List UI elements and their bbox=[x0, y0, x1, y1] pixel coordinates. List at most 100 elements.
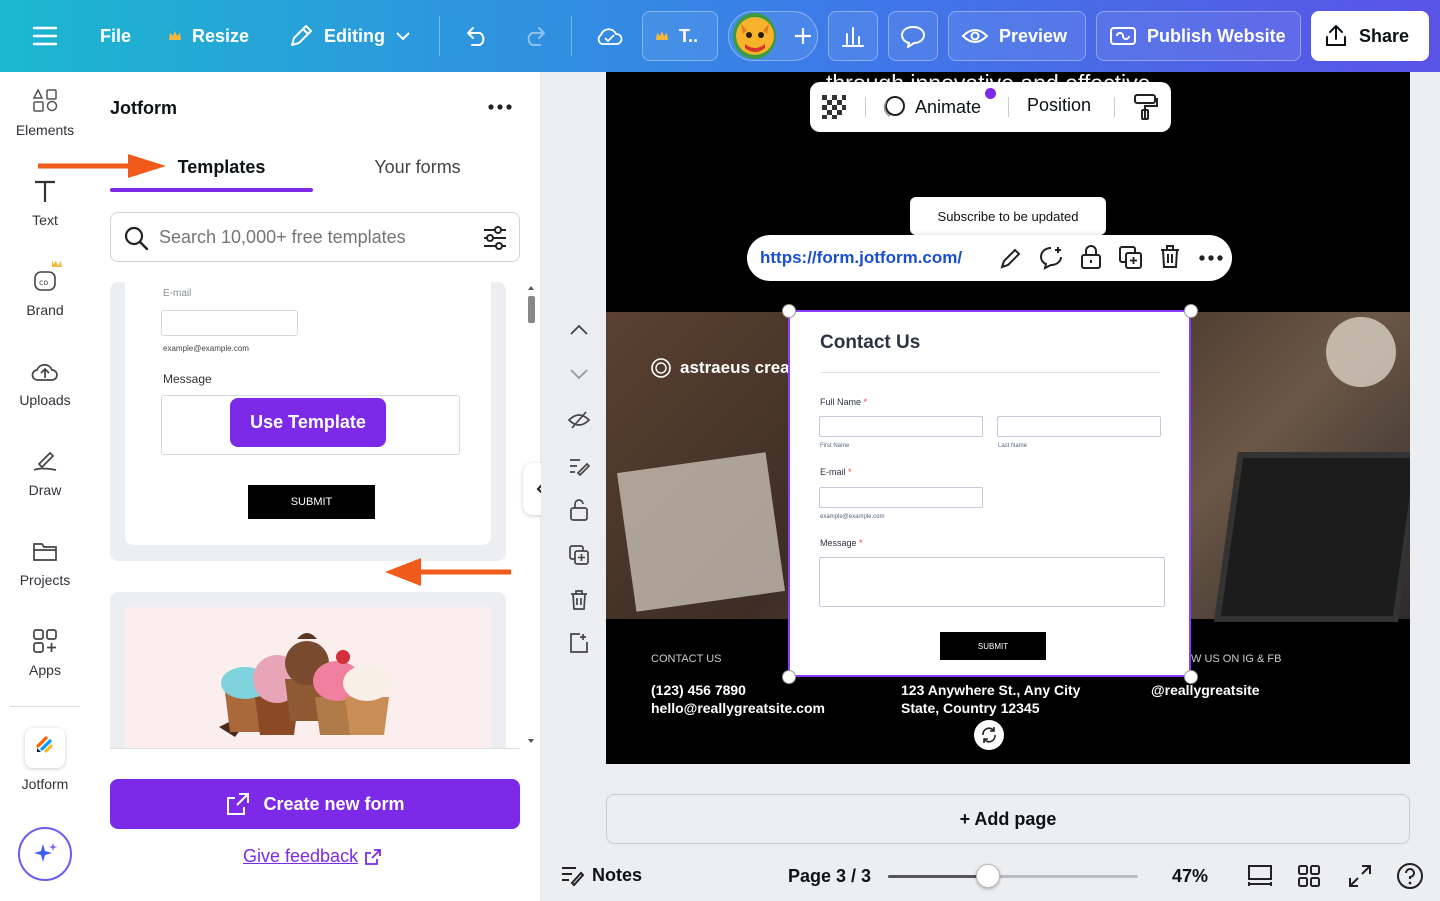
sidebar-item-uploads[interactable]: Uploads bbox=[0, 358, 90, 408]
lock-icon[interactable] bbox=[1080, 244, 1102, 270]
create-new-form-button[interactable]: Create new form bbox=[110, 779, 520, 829]
first-name-input[interactable] bbox=[819, 416, 983, 437]
use-template-button[interactable]: Use Template bbox=[230, 398, 386, 447]
rotate-icon bbox=[982, 727, 996, 743]
design-title-button[interactable]: T.. bbox=[642, 11, 718, 61]
sidebar-label: Uploads bbox=[19, 392, 71, 408]
cupcakes-image bbox=[219, 633, 391, 737]
more-options-icon[interactable] bbox=[487, 102, 513, 112]
grid-view-icon[interactable] bbox=[1297, 864, 1321, 888]
cloud-save-status[interactable] bbox=[582, 11, 636, 61]
scrollbar-thumb[interactable] bbox=[528, 296, 535, 323]
text-t-icon bbox=[35, 180, 55, 202]
duplicate-icon[interactable] bbox=[568, 544, 590, 566]
unlock-icon[interactable] bbox=[569, 498, 589, 522]
share-button[interactable]: Share bbox=[1311, 11, 1429, 61]
transparency-icon[interactable] bbox=[820, 93, 848, 121]
zoom-slider[interactable] bbox=[888, 864, 1138, 888]
tab-your-forms[interactable]: Your forms bbox=[316, 156, 519, 192]
duplicate-icon[interactable] bbox=[1118, 245, 1144, 271]
zoom-slider-thumb[interactable] bbox=[976, 864, 1000, 888]
template-preview bbox=[125, 607, 491, 748]
insights-button[interactable] bbox=[828, 11, 878, 61]
sidebar-item-apps[interactable]: Apps bbox=[0, 628, 90, 678]
menu-button[interactable] bbox=[20, 11, 70, 61]
chevron-up-icon[interactable] bbox=[569, 324, 589, 336]
tab-label: Your forms bbox=[374, 157, 461, 177]
redo-button[interactable] bbox=[510, 11, 560, 61]
rotate-handle[interactable] bbox=[974, 720, 1004, 750]
give-feedback-link[interactable]: Give feedback bbox=[243, 846, 382, 867]
brand-logo: astraeus creat bbox=[650, 357, 795, 379]
add-page-icon[interactable] bbox=[568, 632, 590, 654]
resize-handle[interactable] bbox=[1184, 304, 1198, 318]
resize-handle[interactable] bbox=[782, 670, 796, 684]
edit-notes-icon[interactable] bbox=[567, 456, 591, 476]
feedback-label: Give feedback bbox=[243, 846, 359, 866]
create-form-label: Create new form bbox=[263, 793, 405, 814]
plus-icon[interactable] bbox=[792, 25, 813, 47]
search-input[interactable] bbox=[159, 225, 459, 249]
template-card[interactable]: E-mail example@example.com Message Use T… bbox=[110, 282, 506, 561]
sidebar-item-jotform[interactable]: Jotform bbox=[0, 728, 90, 792]
resize-handle[interactable] bbox=[1184, 670, 1198, 684]
file-menu[interactable]: File bbox=[88, 11, 143, 61]
sidebar-item-projects[interactable]: Projects bbox=[0, 538, 90, 588]
add-comment-icon[interactable] bbox=[1038, 245, 1064, 271]
trash-icon[interactable] bbox=[569, 589, 589, 611]
template-card[interactable] bbox=[110, 592, 506, 748]
page-indicator[interactable]: Page 3 / 3 bbox=[788, 866, 871, 887]
filter-sliders-icon[interactable] bbox=[482, 225, 508, 251]
magic-assistant-button[interactable] bbox=[18, 827, 72, 881]
preview-button[interactable]: Preview bbox=[948, 11, 1086, 61]
cat-avatar-icon bbox=[735, 17, 774, 55]
trash-icon[interactable] bbox=[1159, 244, 1181, 270]
avatar[interactable] bbox=[733, 13, 777, 59]
sidebar-item-brand[interactable]: co Brand bbox=[0, 258, 90, 318]
sidebar-item-elements[interactable]: Elements bbox=[0, 88, 90, 138]
tab-label: Templates bbox=[177, 157, 266, 177]
position-button[interactable]: Position bbox=[1027, 95, 1091, 116]
resize-button[interactable]: Resize bbox=[156, 11, 261, 61]
sidebar-item-draw[interactable]: Draw bbox=[0, 448, 90, 498]
collaborators[interactable] bbox=[728, 11, 818, 61]
form-submit-button[interactable]: SUBMIT bbox=[940, 632, 1046, 660]
fullscreen-icon[interactable] bbox=[1348, 864, 1372, 888]
page-view-icon[interactable] bbox=[1247, 864, 1273, 888]
comments-button[interactable] bbox=[888, 11, 938, 61]
cloud-upload-icon bbox=[31, 364, 58, 381]
chevron-down-icon[interactable] bbox=[569, 368, 589, 380]
selected-form-element[interactable]: Contact Us Full Name * First Name Last N… bbox=[788, 310, 1191, 677]
scrollbar-down[interactable] bbox=[528, 739, 534, 743]
sidebar-label: Brand bbox=[26, 302, 64, 318]
brand-kit-icon: co bbox=[34, 259, 62, 291]
zoom-level[interactable]: 47% bbox=[1172, 866, 1208, 887]
last-name-input[interactable] bbox=[997, 416, 1161, 437]
search-icon bbox=[124, 226, 149, 251]
sidebar-item-text[interactable]: Text bbox=[0, 178, 90, 228]
jotform-panel: Jotform Templates Your forms E-mail exam… bbox=[38, 72, 557, 901]
help-icon[interactable] bbox=[1396, 862, 1424, 890]
tab-templates[interactable]: Templates bbox=[110, 156, 313, 192]
scrollbar-up[interactable] bbox=[528, 286, 534, 290]
more-options-icon[interactable] bbox=[1198, 254, 1224, 262]
search-box[interactable] bbox=[110, 212, 520, 262]
embed-url[interactable]: https://form.jotform.com/ bbox=[760, 248, 978, 268]
redo-icon bbox=[527, 27, 545, 46]
undo-button[interactable] bbox=[452, 11, 502, 61]
email-label: E-mail bbox=[163, 288, 192, 299]
resize-handle[interactable] bbox=[782, 304, 796, 318]
message-textarea[interactable] bbox=[819, 557, 1165, 607]
laptop-image bbox=[1214, 452, 1410, 622]
publish-website-button[interactable]: Publish Website bbox=[1096, 11, 1301, 61]
notes-button[interactable]: Notes bbox=[560, 863, 642, 887]
add-page-button[interactable]: + Add page bbox=[606, 794, 1410, 844]
orange-arrow-annotation bbox=[385, 558, 511, 586]
hide-eye-icon[interactable] bbox=[567, 410, 591, 430]
publish-icon bbox=[1110, 27, 1136, 45]
pencil-icon[interactable] bbox=[999, 246, 1023, 270]
email-input[interactable] bbox=[819, 487, 983, 508]
paint-roller-icon[interactable] bbox=[1133, 93, 1159, 121]
animate-button[interactable]: Animate bbox=[881, 94, 981, 120]
editing-dropdown[interactable]: Editing bbox=[276, 11, 423, 61]
